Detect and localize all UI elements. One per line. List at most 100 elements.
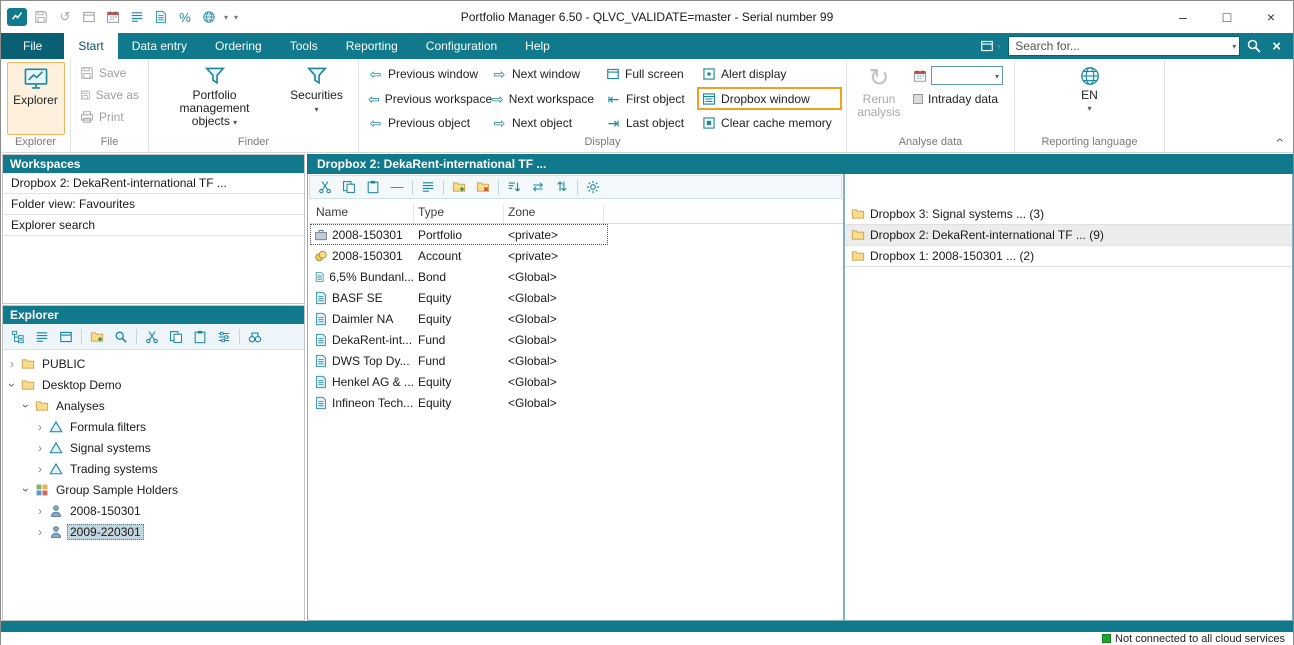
tab-ordering[interactable]: Ordering: [201, 33, 276, 59]
table-row[interactable]: DWS Top Dy... Fund <Global>: [310, 350, 608, 371]
find-button[interactable]: [246, 328, 264, 346]
next-window-button[interactable]: ⇨Next window: [487, 63, 599, 85]
expand-chevron-icon[interactable]: ›: [35, 504, 45, 518]
last-object-button[interactable]: ⇥Last object: [601, 112, 695, 134]
table-row[interactable]: 2008-150301 Portfolio <private>: [310, 224, 608, 245]
paste-button[interactable]: [191, 328, 209, 346]
tab-tools[interactable]: Tools: [276, 33, 332, 59]
first-object-button[interactable]: ⇤First object: [601, 88, 695, 110]
minimize-button[interactable]: –: [1161, 2, 1205, 32]
dropbox-list-item-3[interactable]: Dropbox 3: Signal systems ... (3): [845, 204, 1292, 225]
qat-columns-icon[interactable]: [127, 7, 147, 27]
qat-save-icon[interactable]: [31, 7, 51, 27]
table-row[interactable]: 2008-150301 Account <private>: [310, 245, 608, 266]
tree-item-group-sample-holders[interactable]: › Group Sample Holders: [3, 479, 304, 500]
tree-item-2009-220301[interactable]: › 2009-220301: [3, 521, 304, 542]
tree-item-2008-150301[interactable]: › 2008-150301: [3, 500, 304, 521]
copy-button[interactable]: [340, 178, 358, 196]
new-folder-button[interactable]: [450, 178, 468, 196]
collapse-chevron-icon[interactable]: ›: [19, 401, 33, 411]
tab-reporting[interactable]: Reporting: [332, 33, 412, 59]
maximize-button[interactable]: □: [1205, 2, 1249, 32]
close-search-icon[interactable]: ×: [1268, 38, 1285, 55]
tab-configuration[interactable]: Configuration: [412, 33, 511, 59]
window-selector-icon[interactable]: ▾: [980, 39, 1002, 53]
clear-cache-memory-button[interactable]: Clear cache memory: [697, 112, 842, 134]
delete-folder-button[interactable]: [474, 178, 492, 196]
tree-item-signal-systems[interactable]: › Signal systems: [3, 437, 304, 458]
expand-chevron-icon[interactable]: ›: [35, 441, 45, 455]
rerun-analysis-button[interactable]: ↻ Rerun analysis: [851, 62, 907, 135]
dropbox-window-button[interactable]: Dropbox window: [697, 87, 842, 110]
table-row[interactable]: Henkel AG & ... Equity <Global>: [310, 371, 608, 392]
search-button[interactable]: [1246, 38, 1262, 54]
expand-chevron-icon[interactable]: ›: [35, 420, 45, 434]
qat-customize-icon[interactable]: ▾: [233, 13, 239, 22]
save-button[interactable]: Save: [75, 62, 144, 84]
qat-globe-icon[interactable]: [199, 7, 219, 27]
explorer-button[interactable]: Explorer: [7, 62, 65, 135]
list-view-button[interactable]: [33, 328, 51, 346]
transfer-button[interactable]: ⇄: [529, 178, 547, 196]
tree-item-desktop-demo[interactable]: › Desktop Demo: [3, 374, 304, 395]
qat-document-icon[interactable]: [151, 7, 171, 27]
table-row[interactable]: DekaRent-int... Fund <Global>: [310, 329, 608, 350]
remove-button[interactable]: —: [388, 178, 406, 196]
portfolio-management-objects-button[interactable]: Portfolio management objects ▾: [156, 62, 274, 135]
window-view-button[interactable]: [57, 328, 75, 346]
table-row[interactable]: BASF SE Equity <Global>: [310, 287, 608, 308]
table-row[interactable]: 6,5% Bundanl... Bond <Global>: [310, 266, 608, 287]
tree-item-formula-filters[interactable]: › Formula filters: [3, 416, 304, 437]
alert-display-button[interactable]: Alert display: [697, 63, 842, 85]
collapse-chevron-icon[interactable]: ›: [19, 485, 33, 495]
tree-item-trading-systems[interactable]: › Trading systems: [3, 458, 304, 479]
intraday-data-toggle[interactable]: Intraday data: [913, 92, 1003, 106]
tab-file[interactable]: File: [1, 33, 64, 59]
table-row[interactable]: Daimler NA Equity <Global>: [310, 308, 608, 329]
next-object-button[interactable]: ⇨Next object: [487, 112, 599, 134]
save-as-button[interactable]: Save as: [75, 84, 144, 106]
filter-settings-button[interactable]: [215, 328, 233, 346]
tree-item-analyses[interactable]: › Analyses: [3, 395, 304, 416]
workspace-item-dropbox-2[interactable]: Dropbox 2: DekaRent-international TF ...: [3, 173, 304, 194]
paste-button[interactable]: [364, 178, 382, 196]
copy-button[interactable]: [167, 328, 185, 346]
tree-item-public[interactable]: › PUBLIC: [3, 353, 304, 374]
tab-start[interactable]: Start: [64, 33, 117, 59]
column-header-zone[interactable]: Zone: [504, 205, 604, 223]
explorer-search-button[interactable]: [112, 328, 130, 346]
table-row[interactable]: Infineon Tech... Equity <Global>: [310, 392, 608, 413]
collapse-ribbon-button[interactable]: ›: [1271, 138, 1287, 143]
full-screen-button[interactable]: Full screen: [601, 63, 695, 85]
securities-button[interactable]: Securities ▾: [282, 62, 352, 135]
collapse-chevron-icon[interactable]: ›: [5, 380, 19, 390]
workspace-item-explorer-search[interactable]: Explorer search: [3, 215, 304, 236]
qat-dropdown-icon[interactable]: ▾: [223, 13, 229, 22]
tab-data-entry[interactable]: Data entry: [118, 33, 201, 59]
qat-window-icon[interactable]: [79, 7, 99, 27]
tree-view-button[interactable]: [9, 328, 27, 346]
sort-button[interactable]: [505, 178, 523, 196]
expand-chevron-icon[interactable]: ›: [35, 525, 45, 539]
new-folder-button[interactable]: [88, 328, 106, 346]
refresh-button[interactable]: ⇅: [553, 178, 571, 196]
expand-chevron-icon[interactable]: ›: [7, 357, 17, 371]
tab-help[interactable]: Help: [511, 33, 564, 59]
column-header-name[interactable]: Name: [310, 205, 414, 223]
reporting-language-button[interactable]: EN ▾: [1074, 62, 1106, 135]
dropbox-list-item-1[interactable]: Dropbox 1: 2008-150301 ... (2): [845, 246, 1292, 267]
dropbox-list-item-2[interactable]: Dropbox 2: DekaRent-international TF ...…: [845, 225, 1292, 246]
search-dropdown-icon[interactable]: ▾: [1232, 42, 1236, 51]
columns-button[interactable]: [419, 178, 437, 196]
print-button[interactable]: Print: [75, 106, 144, 128]
previous-workspace-button[interactable]: ⇦Previous workspace: [363, 88, 485, 110]
qat-undo-icon[interactable]: ↺: [55, 7, 75, 27]
cut-button[interactable]: [316, 178, 334, 196]
workspace-item-folder-view[interactable]: Folder view: Favourites: [3, 194, 304, 215]
previous-window-button[interactable]: ⇦Previous window: [363, 63, 485, 85]
previous-object-button[interactable]: ⇦Previous object: [363, 112, 485, 134]
next-workspace-button[interactable]: ⇨Next workspace: [487, 88, 599, 110]
qat-percent-icon[interactable]: %: [175, 7, 195, 27]
analyse-date-combo[interactable]: ▾: [931, 66, 1003, 85]
qat-calendar-icon[interactable]: [103, 7, 123, 27]
